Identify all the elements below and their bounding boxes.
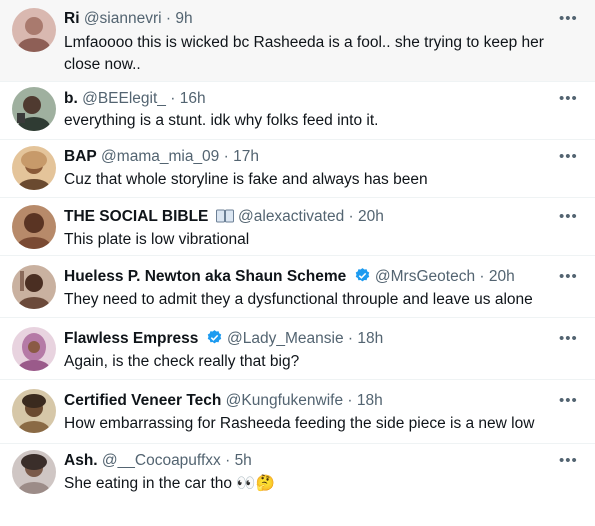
avatar[interactable] — [12, 389, 56, 433]
display-name[interactable]: THE SOCIAL BIBLE — [64, 208, 208, 225]
handle[interactable]: @BEElegit_ — [82, 90, 166, 107]
separator: · — [347, 330, 354, 347]
display-name[interactable]: Ash. — [64, 452, 98, 469]
display-name[interactable]: BAP — [64, 148, 97, 165]
separator: · — [225, 452, 231, 469]
more-options-icon[interactable]: ••• — [559, 331, 577, 346]
tweet-header: b. @BEElegit_ · 16h — [64, 88, 555, 110]
tweet-header: Certified Veneer Tech @Kungfukenwife · 1… — [64, 390, 555, 412]
tweet-text: Lmfaoooo this is wicked bc Rasheeda is a… — [64, 34, 544, 73]
handle[interactable]: @Lady_Meansie — [227, 330, 344, 347]
tweet[interactable]: b. @BEElegit_ · 16h ••• everything is a … — [0, 82, 595, 140]
avatar[interactable] — [12, 146, 56, 190]
tweet-header: Flawless Empress @Lady_Meansie · 18h — [64, 328, 555, 350]
verified-badge-icon — [354, 267, 371, 288]
timestamp[interactable]: 5h — [235, 452, 252, 469]
tweet-header: BAP @mama_mia_09 · 17h — [64, 146, 555, 168]
tweet[interactable]: Certified Veneer Tech @Kungfukenwife · 1… — [0, 380, 595, 444]
handle[interactable]: @MrsGeotech — [375, 268, 475, 285]
tweet[interactable]: BAP @mama_mia_09 · 17h ••• Cuz that whol… — [0, 140, 595, 198]
handle[interactable]: @mama_mia_09 — [101, 148, 219, 165]
verified-badge-icon — [206, 329, 223, 350]
handle[interactable]: @alexactivated — [238, 208, 344, 225]
tweet-header: Ri @siannevri · 9h — [64, 8, 555, 30]
tweet-header: Hueless P. Newton aka Shaun Scheme @MrsG… — [64, 266, 555, 288]
tweet-header: Ash. @__Cocoapuffxx · 5h — [64, 450, 555, 472]
more-options-icon[interactable]: ••• — [559, 393, 577, 408]
more-options-icon[interactable]: ••• — [559, 149, 577, 164]
tweet-text: She eating in the car tho 👀🤔 — [64, 475, 275, 492]
display-name[interactable]: Certified Veneer Tech — [64, 392, 221, 409]
separator: · — [347, 392, 353, 409]
more-options-icon[interactable]: ••• — [559, 11, 577, 26]
tweet-text: Cuz that whole storyline is fake and alw… — [64, 171, 428, 188]
display-name[interactable]: Flawless Empress — [64, 330, 198, 347]
avatar[interactable] — [12, 265, 56, 309]
tweet-text: How embarrassing for Rasheeda feeding th… — [64, 415, 535, 432]
tweet-text: They need to admit they a dysfunctional … — [64, 291, 533, 308]
display-name[interactable]: Hueless P. Newton aka Shaun Scheme — [64, 268, 346, 285]
tweet[interactable]: Hueless P. Newton aka Shaun Scheme @MrsG… — [0, 256, 595, 318]
avatar[interactable] — [12, 87, 56, 131]
more-options-icon[interactable]: ••• — [559, 91, 577, 106]
tweet[interactable]: Ash. @__Cocoapuffxx · 5h ••• She eating … — [0, 444, 595, 526]
timestamp[interactable]: 17h — [233, 148, 259, 165]
tweet-text: Again, is the check really that big? — [64, 353, 300, 370]
tweet[interactable]: Ri @siannevri · 9h ••• Lmfaoooo this is … — [0, 0, 595, 82]
reply-feed: Ri @siannevri · 9h ••• Lmfaoooo this is … — [0, 0, 595, 526]
separator: · — [165, 10, 172, 27]
avatar[interactable] — [12, 205, 56, 249]
handle[interactable]: @__Cocoapuffxx — [102, 452, 221, 469]
tweet-text: This plate is low vibrational — [64, 231, 250, 248]
timestamp[interactable]: 18h — [357, 392, 383, 409]
tweet-text: everything is a stunt. idk why folks fee… — [64, 112, 379, 129]
more-options-icon[interactable]: ••• — [559, 269, 577, 284]
timestamp[interactable]: 16h — [180, 90, 206, 107]
timestamp[interactable]: 18h — [357, 330, 383, 347]
tweet[interactable]: THE SOCIAL BIBLE @alexactivated · 20h ••… — [0, 198, 595, 256]
handle[interactable]: @siannevri — [84, 10, 162, 27]
handle[interactable]: @Kungfukenwife — [226, 392, 343, 409]
book-icon — [215, 208, 234, 228]
display-name[interactable]: b. — [64, 90, 78, 107]
separator: · — [479, 268, 485, 285]
timestamp[interactable]: 20h — [358, 208, 384, 225]
tweet-header: THE SOCIAL BIBLE @alexactivated · 20h — [64, 206, 555, 228]
tweet[interactable]: Flawless Empress @Lady_Meansie · 18h •••… — [0, 318, 595, 380]
separator: · — [170, 90, 176, 107]
more-options-icon[interactable]: ••• — [559, 209, 577, 224]
avatar[interactable] — [12, 450, 56, 494]
avatar[interactable] — [12, 327, 56, 371]
display-name[interactable]: Ri — [64, 10, 80, 27]
separator: · — [348, 208, 354, 225]
separator: · — [223, 148, 229, 165]
more-options-icon[interactable]: ••• — [559, 453, 577, 468]
timestamp[interactable]: 9h — [175, 10, 192, 27]
timestamp[interactable]: 20h — [489, 268, 515, 285]
avatar[interactable] — [12, 8, 56, 52]
